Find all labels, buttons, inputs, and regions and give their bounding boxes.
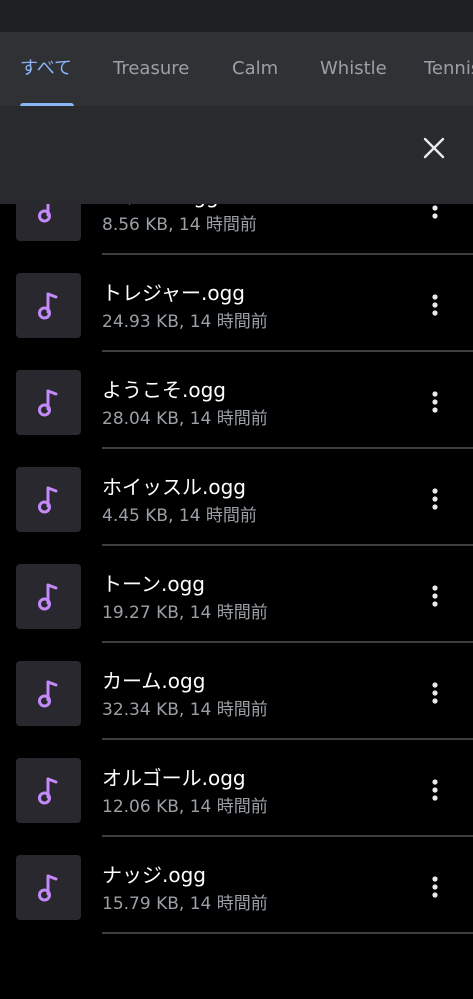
more-options-button[interactable] [419,386,451,418]
more-vert-icon [432,294,438,316]
file-thumbnail [16,564,81,629]
close-button[interactable] [417,131,451,165]
selection-banner [0,106,473,204]
list-item[interactable]: ナッジ.ogg 15.79 KB, 14 時間前 [0,837,473,934]
tab-bar: すべて Treasure Calm Whistle Tennis [0,32,473,106]
file-thumbnail [16,661,81,726]
file-name: カーム.ogg [102,669,206,693]
file-thumbnail [16,758,81,823]
file-meta: 8.56 KB, 14 時間前 [102,215,257,235]
more-vert-icon [432,682,438,704]
file-meta: 28.04 KB, 14 時間前 [102,409,268,429]
music-note-icon [37,680,57,707]
tab-whistle[interactable]: Whistle [320,32,387,106]
music-note-icon [37,777,57,804]
tab-all[interactable]: すべて [20,32,72,106]
file-thumbnail [16,855,81,920]
file-thumbnail [16,467,81,532]
list-item[interactable]: ホイッスル.ogg 4.45 KB, 14 時間前 [0,449,473,546]
list-item[interactable]: トーン.ogg 19.27 KB, 14 時間前 [0,546,473,643]
status-bar [0,0,473,32]
more-vert-icon [432,391,438,413]
tab-tennis[interactable]: Tennis [424,32,473,106]
more-options-button[interactable] [419,677,451,709]
file-name: ようこそ.ogg [102,378,226,402]
more-vert-icon [432,779,438,801]
more-options-button[interactable] [419,483,451,515]
tab-treasure[interactable]: Treasure [113,32,189,106]
file-meta: 4.45 KB, 14 時間前 [102,506,257,526]
file-name: トレジャー.ogg [102,281,245,305]
music-note-icon [37,292,57,319]
divider [102,932,473,934]
file-name: ナッジ.ogg [102,863,206,887]
file-thumbnail [16,370,81,435]
file-meta: 19.27 KB, 14 時間前 [102,603,268,623]
list-item[interactable]: ようこそ.ogg 28.04 KB, 14 時間前 [0,352,473,449]
music-note-icon [37,583,57,610]
file-name: ホイッスル.ogg [102,475,246,499]
music-note-icon [37,874,57,901]
more-vert-icon [432,585,438,607]
more-options-button[interactable] [419,774,451,806]
more-vert-icon [432,488,438,510]
file-meta: 32.34 KB, 14 時間前 [102,700,268,720]
file-list: ナッジ2.ogg 8.56 KB, 14 時間前 トレジャー.ogg 24.93… [0,158,473,934]
file-meta: 15.79 KB, 14 時間前 [102,894,268,914]
file-meta: 24.93 KB, 14 時間前 [102,312,268,332]
more-options-button[interactable] [419,871,451,903]
file-meta: 12.06 KB, 14 時間前 [102,797,268,817]
more-vert-icon [432,876,438,898]
file-thumbnail [16,273,81,338]
music-note-icon [37,486,57,513]
tab-calm[interactable]: Calm [232,32,278,106]
close-icon [423,137,445,159]
file-name: オルゴール.ogg [102,766,246,790]
more-options-button[interactable] [419,580,451,612]
music-note-icon [37,389,57,416]
list-item[interactable]: トレジャー.ogg 24.93 KB, 14 時間前 [0,255,473,352]
list-item[interactable]: カーム.ogg 32.34 KB, 14 時間前 [0,643,473,740]
more-options-button[interactable] [419,289,451,321]
list-item[interactable]: オルゴール.ogg 12.06 KB, 14 時間前 [0,740,473,837]
file-name: トーン.ogg [102,572,205,596]
